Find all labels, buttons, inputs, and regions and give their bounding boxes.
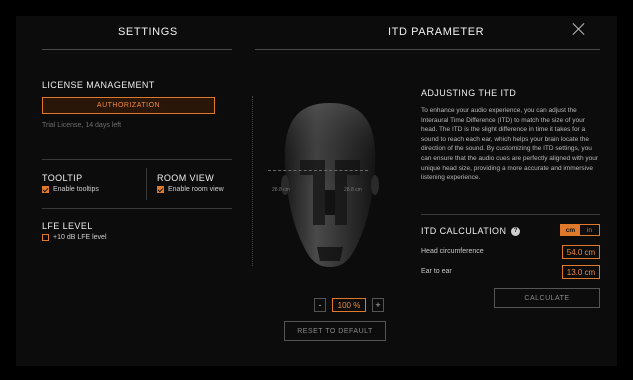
tooltip-title: TOOLTIP — [42, 173, 83, 183]
room-view-title: ROOM VIEW — [157, 173, 215, 183]
unit-toggle: cm in — [560, 224, 600, 236]
zoom-value: 100 % — [332, 298, 366, 312]
lfe-level-checkbox[interactable]: +10 dB LFE level — [42, 234, 107, 241]
ruler — [252, 96, 253, 266]
adjusting-itd-title: ADJUSTING THE ITD — [421, 88, 517, 98]
itd-calculation-title: ITD CALCULATION — [421, 226, 507, 236]
help-icon[interactable]: ? — [511, 226, 521, 236]
head-circumference-input[interactable]: 54.0 cm — [562, 245, 600, 259]
divider — [42, 208, 232, 209]
ear-to-ear-measure-line — [268, 170, 368, 171]
close-icon[interactable] — [572, 22, 586, 36]
divider — [421, 214, 600, 215]
checkbox-unchecked-icon — [42, 234, 49, 241]
calculate-button[interactable]: CALCULATE — [494, 288, 600, 308]
zoom-out-button[interactable]: - — [314, 298, 326, 312]
zoom-in-button[interactable]: + — [372, 298, 384, 312]
head-model-image — [281, 103, 379, 267]
unit-in-button[interactable]: in — [580, 225, 599, 235]
enable-room-view-label: Enable room view — [168, 186, 224, 193]
trial-license-text: Trial License, 14 days left — [42, 122, 122, 129]
enable-room-view-checkbox[interactable]: Enable room view — [157, 186, 224, 193]
enable-tooltips-checkbox[interactable]: Enable tooltips — [42, 186, 99, 193]
itd-parameter-title: ITD PARAMETER — [388, 26, 485, 38]
adjusting-itd-description: To enhance your audio experience, you ca… — [421, 107, 599, 182]
divider — [42, 159, 232, 160]
zoom-control: - 100 % + — [314, 298, 384, 312]
enable-tooltips-label: Enable tooltips — [53, 186, 99, 193]
authorization-button[interactable]: AUTHORIZATION — [42, 97, 215, 114]
lfe-level-label: +10 dB LFE level — [53, 234, 107, 241]
itd-calculation-header: ITD CALCULATION ? — [421, 226, 521, 236]
settings-title: SETTINGS — [118, 26, 178, 38]
ear-to-ear-input[interactable]: 13.0 cm — [562, 265, 600, 279]
reset-to-default-button[interactable]: RESET TO DEFAULT — [284, 321, 386, 341]
itd-header-divider — [255, 49, 600, 50]
ear-to-ear-label: Ear to ear — [421, 268, 452, 275]
license-management-title: LICENSE MANAGEMENT — [42, 80, 155, 90]
head-circumference-label: Head circumference — [421, 248, 484, 255]
vertical-divider — [146, 168, 147, 200]
unit-cm-button[interactable]: cm — [561, 225, 580, 235]
settings-header-divider — [42, 49, 232, 50]
lfe-level-title: LFE LEVEL — [42, 221, 93, 231]
checkbox-checked-icon — [157, 186, 164, 193]
measure-right-label: 28.8 cm — [344, 187, 362, 193]
measure-left-label: 28.8 cm — [272, 187, 290, 193]
checkbox-checked-icon — [42, 186, 49, 193]
